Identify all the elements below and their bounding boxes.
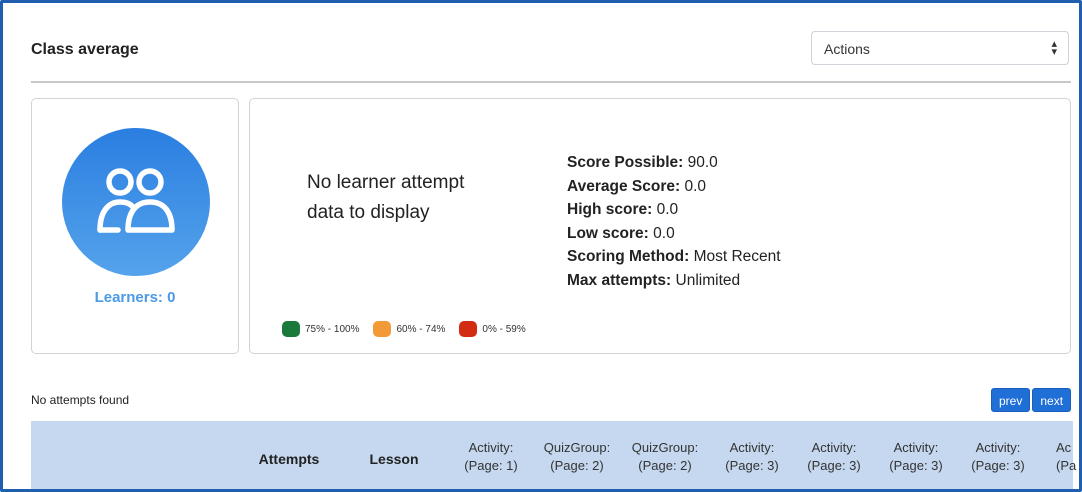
- score-stats: Score Possible: 90.0 Average Score: 0.0 …: [567, 151, 781, 292]
- column-header-activity[interactable]: Activity: (Page: 3): [962, 439, 1034, 475]
- score-legend: 75% - 100% 60% - 74% 0% - 59%: [282, 321, 540, 337]
- legend-item-high: 75% - 100%: [282, 321, 359, 337]
- actions-select-label: Actions: [824, 41, 870, 57]
- header-divider: [31, 81, 1071, 83]
- prev-button[interactable]: prev: [991, 388, 1031, 412]
- class-average-panel: Class average Actions ▴ ▾ Learners: 0 No …: [0, 0, 1082, 492]
- no-data-message: No learner attempt data to display: [307, 168, 527, 228]
- stat-high-score: High score: 0.0: [567, 201, 679, 218]
- column-header-activity[interactable]: Activity: (Page: 3): [716, 439, 788, 475]
- actions-select[interactable]: Actions ▴ ▾: [811, 31, 1069, 65]
- legend-swatch-green: [282, 321, 300, 337]
- learners-card: Learners: 0: [31, 98, 239, 354]
- column-header-activity[interactable]: Activity: (Page: 3): [880, 439, 952, 475]
- no-data-line-1: No learner attempt: [307, 172, 465, 193]
- stat-average-score: Average Score: 0.0: [567, 177, 707, 195]
- legend-swatch-orange: [373, 321, 392, 337]
- no-data-line-2: data to display: [307, 202, 430, 223]
- stat-low-score: Low score: 0.0: [567, 224, 675, 242]
- column-header-lesson[interactable]: Lesson: [365, 450, 423, 468]
- stat-max-attempts: Max attempts: Unlimited: [567, 271, 741, 289]
- stat-score-possible: Score Possible: 90.0: [567, 154, 718, 171]
- legend-swatch-red: [459, 321, 478, 337]
- legend-item-low: 0% - 59%: [459, 321, 526, 337]
- pagination: prev next: [991, 388, 1072, 412]
- column-header-quizgroup[interactable]: QuizGroup: (Page: 2): [536, 439, 618, 475]
- learners-count: Learners: 0: [94, 289, 176, 306]
- page-title: Class average: [31, 41, 139, 58]
- stat-scoring-method: Scoring Method: Most Recent: [567, 248, 781, 265]
- users-icon: [97, 168, 175, 233]
- updown-caret-icon: ▴ ▾: [1051, 38, 1057, 58]
- legend-item-mid: 60% - 74%: [373, 321, 445, 337]
- column-header-quizgroup[interactable]: QuizGroup: (Page: 2): [624, 439, 706, 475]
- learners-avatar: [62, 128, 210, 276]
- column-header-attempts[interactable]: Attempts: [257, 450, 321, 468]
- column-header-activity-truncated[interactable]: Ac (Pa: [1056, 439, 1079, 475]
- column-header-activity[interactable]: Activity: (Page: 3): [798, 439, 870, 475]
- column-header-activity[interactable]: Activity: (Page: 1): [455, 439, 527, 475]
- next-button[interactable]: next: [1032, 388, 1072, 412]
- summary-card: No learner attempt data to display Score…: [249, 98, 1071, 354]
- no-attempts-text: No attempts found: [31, 393, 130, 407]
- attempts-table-header: Attempts Lesson Activity: (Page: 1) QuizG…: [31, 421, 1076, 489]
